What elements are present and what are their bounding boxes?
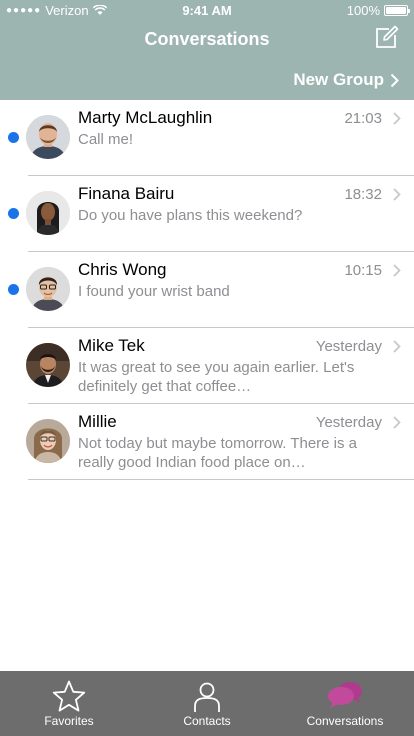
chevron-right-icon — [393, 340, 401, 353]
conversation-row[interactable]: Millie Yesterday Not today but maybe tom… — [0, 404, 414, 480]
chevron-right-icon — [393, 264, 401, 277]
message-time: Yesterday — [315, 338, 382, 355]
message-time: 10:15 — [344, 262, 382, 279]
conversation-row[interactable]: Chris Wong 10:15 I found your wrist band — [0, 252, 414, 328]
compose-button[interactable] — [374, 24, 400, 50]
unread-dot — [8, 208, 19, 219]
battery-percent: 100% — [346, 3, 380, 18]
message-preview: Not today but maybe tomorrow. There is a… — [78, 435, 358, 471]
tab-label: Conversations — [306, 714, 384, 728]
conversation-row[interactable]: Marty McLaughlin 21:03 Call me! — [0, 100, 414, 176]
chat-bubbles-icon — [328, 682, 362, 708]
message-time: 18:32 — [344, 186, 382, 203]
contact-name: Chris Wong — [78, 260, 167, 279]
tab-label: Contacts — [183, 714, 231, 728]
new-group-label: New Group — [293, 70, 384, 89]
avatar — [26, 419, 70, 463]
battery-icon — [384, 5, 410, 16]
message-time: 21:03 — [344, 110, 382, 127]
compose-icon — [376, 25, 399, 48]
message-preview: Do you have plans this weekend? — [78, 207, 303, 224]
status-right: 100% — [346, 3, 410, 18]
page-title: Conversations — [144, 29, 270, 49]
new-group-button[interactable]: New Group — [293, 70, 399, 90]
tab-label: Favorites — [44, 714, 94, 728]
avatar — [26, 267, 70, 311]
unread-dot — [8, 284, 19, 295]
conversation-row[interactable]: Mike Tek Yesterday It was great to see y… — [0, 328, 414, 404]
message-preview: Call me! — [78, 131, 134, 148]
chevron-right-icon — [390, 73, 399, 87]
chevron-right-icon — [393, 112, 401, 125]
contact-name: Millie — [78, 412, 117, 431]
chevron-right-icon — [393, 416, 401, 429]
status-bar: ●●●●● Verizon 9:41 AM 100% — [0, 0, 414, 20]
chevron-right-icon — [393, 188, 401, 201]
tab-bar: Favorites Contacts Conversations — [0, 671, 414, 736]
tab-favorites[interactable]: Favorites — [0, 671, 138, 736]
star-icon — [52, 680, 86, 712]
conversation-row[interactable]: Finana Bairu 18:32 Do you have plans thi… — [0, 176, 414, 252]
avatar — [26, 343, 70, 387]
message-time: Yesterday — [315, 414, 382, 431]
message-preview: I found your wrist band — [78, 283, 230, 300]
tab-conversations[interactable]: Conversations — [276, 671, 414, 736]
header: ●●●●● Verizon 9:41 AM 100% Conversations… — [0, 0, 414, 100]
avatar — [26, 191, 70, 235]
contact-name: Mike Tek — [78, 336, 145, 355]
message-preview: It was great to see you again earlier. L… — [78, 359, 355, 395]
avatar — [26, 115, 70, 159]
person-icon — [194, 682, 220, 712]
contact-name: Marty McLaughlin — [78, 108, 213, 127]
unread-dot — [8, 132, 19, 143]
conversation-list: Marty McLaughlin 21:03 Call me! Finana B… — [0, 100, 414, 480]
tab-contacts[interactable]: Contacts — [138, 671, 276, 736]
contact-name: Finana Bairu — [78, 184, 175, 203]
